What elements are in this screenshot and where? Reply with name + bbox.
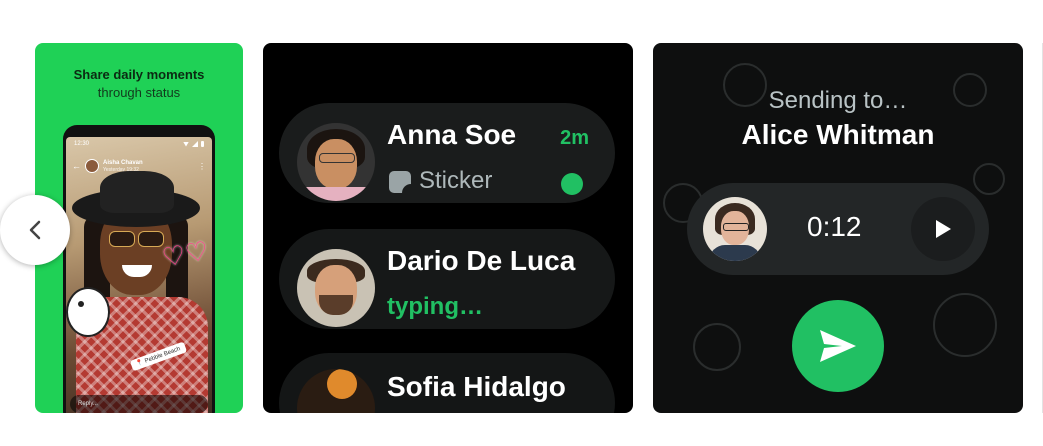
phone-status-bar: 12:30 [74, 139, 204, 149]
doodle-icon [973, 163, 1005, 195]
person-doodle-icon [933, 293, 997, 357]
chat-row-sofia: Sofia Hidalgo [279, 353, 615, 413]
voice-duration: 0:12 [807, 211, 862, 242]
wifi-icon [183, 141, 189, 147]
contact-name: Dario De Luca [387, 245, 576, 276]
message-preview: Sticker [419, 167, 493, 194]
sending-label: Sending to… [768, 87, 908, 114]
promo-title: Share daily moments [73, 67, 205, 82]
voice-message-preview: 0:12 [687, 183, 989, 275]
phone-mockup: 12:30 ← Aisha Chavan Yesterday 19:32 ⋮ ♡… [63, 125, 215, 413]
doodle-icon [693, 323, 741, 371]
phone-clock: 12:30 [74, 141, 90, 147]
photo-sunglasses [109, 231, 135, 247]
avatar [297, 249, 375, 327]
photo-hat-crown [100, 171, 174, 213]
status-story-screen: 12:30 ← Aisha Chavan Yesterday 19:32 ⋮ ♡… [66, 137, 212, 413]
typing-status: typing… [387, 293, 483, 320]
avatar [85, 159, 99, 173]
play-icon [936, 220, 951, 238]
send-icon [820, 330, 856, 362]
signal-icon [192, 141, 198, 147]
send-button[interactable] [792, 300, 884, 392]
battery-icon [201, 141, 204, 147]
chevron-left-icon [29, 220, 41, 240]
bird-sticker-icon [66, 287, 110, 337]
back-arrow-icon: ← [72, 161, 81, 171]
promo-subtitle: through status [97, 85, 181, 100]
watch-send-voice-card[interactable]: Sending to… Alice Whitman 0:12 [653, 43, 1023, 413]
more-vert-icon: ⋮ [198, 161, 206, 171]
watch-chat-list-card[interactable]: Anna Soe 2m Sticker Dario De Luca typing… [263, 43, 633, 413]
contact-name: Anna Soe [387, 119, 517, 150]
avatar [703, 197, 767, 261]
chat-row-dario: Dario De Luca typing… [279, 229, 615, 329]
recipient-name: Alice Whitman [741, 119, 935, 150]
heart-sticker-icon: ♡♡ [159, 235, 211, 273]
play-button[interactable] [911, 197, 975, 261]
contact-name: Sofia Hidalgo [387, 371, 566, 402]
avatar [297, 369, 375, 413]
story-author: Aisha Chavan [103, 159, 143, 166]
reply-input: Reply... [70, 395, 208, 413]
carousel-prev-button[interactable] [0, 195, 70, 265]
message-time: 2m [560, 127, 589, 149]
chat-row-anna: Anna Soe 2m Sticker [279, 103, 615, 203]
avatar [297, 123, 375, 201]
sticker-icon [389, 171, 411, 193]
unread-indicator [561, 173, 583, 195]
